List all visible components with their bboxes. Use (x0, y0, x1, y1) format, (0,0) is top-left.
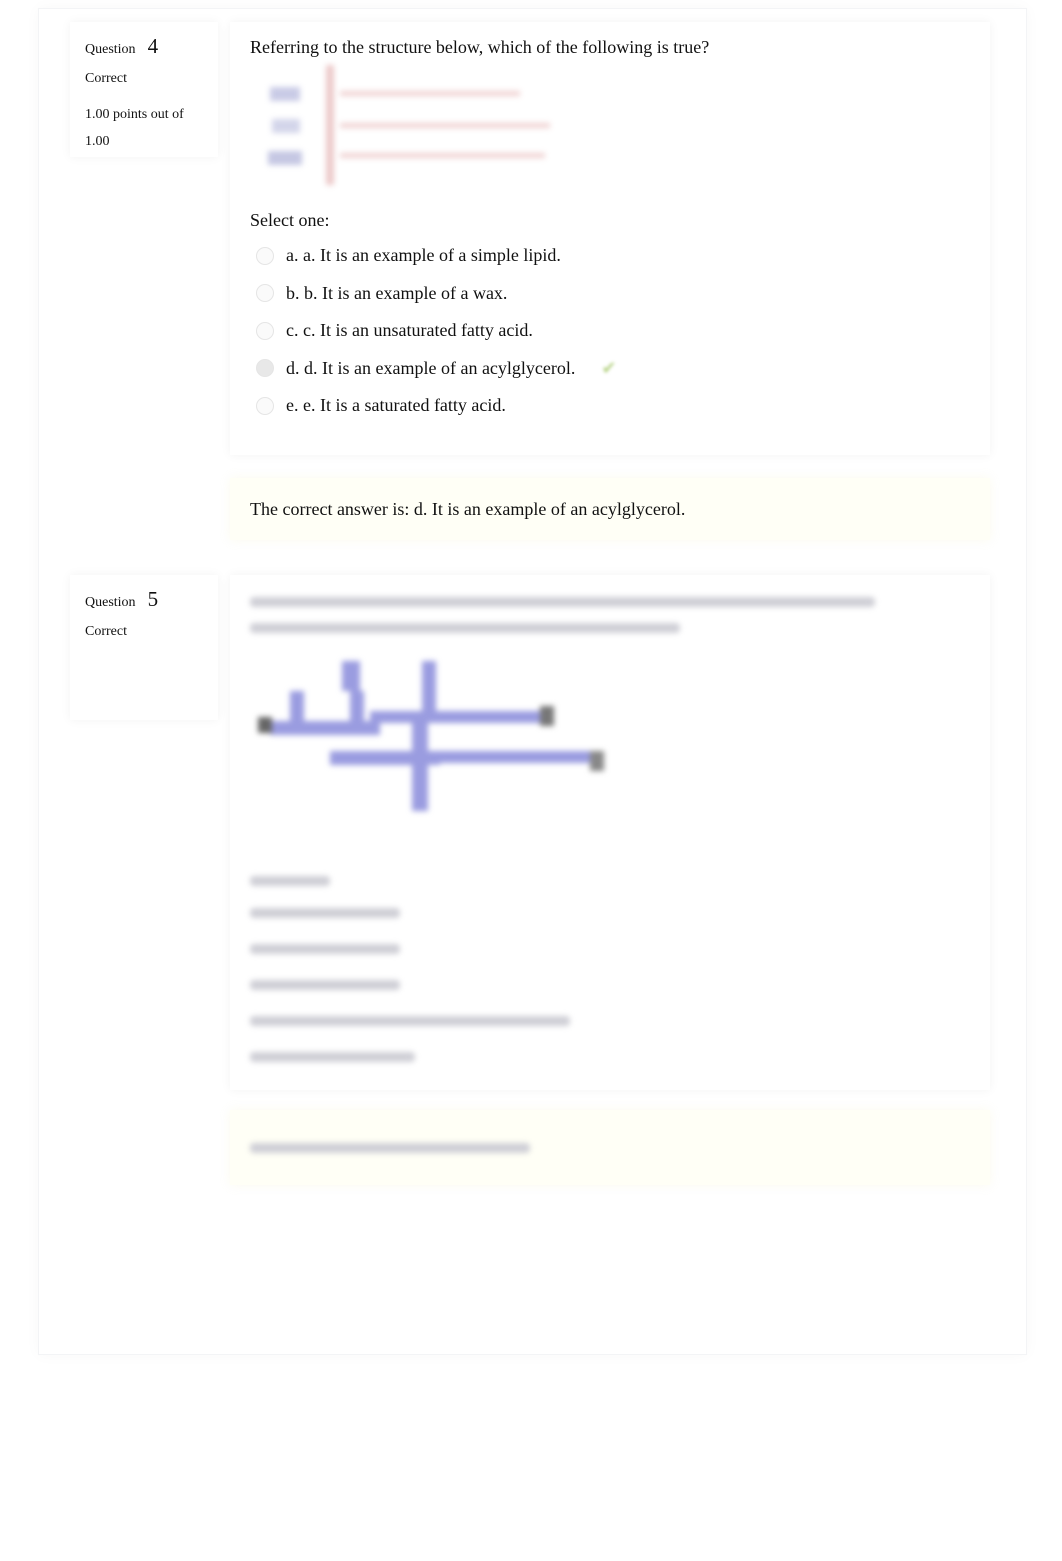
question-label: Question (85, 42, 136, 57)
question-content-4: Referring to the structure below, which … (230, 22, 990, 455)
blurred-question-text (250, 597, 970, 633)
question-text: Referring to the structure below, which … (250, 37, 710, 57)
question-number: 4 (147, 34, 159, 58)
correct-answer-feedback-blurred (230, 1110, 990, 1185)
select-one-prompt: Select one: (250, 210, 330, 230)
feedback-text: The correct answer is: d. It is an examp… (250, 498, 686, 519)
question-info-5: Question 5 Correct (70, 575, 218, 720)
question-number: 5 (147, 587, 159, 611)
question-info-4: Question 4 Correct 1.00 points out of 1.0… (70, 22, 218, 157)
blurred-answer-options (250, 876, 970, 1062)
option-d[interactable]: d. d. It is an example of an acylglycero… (250, 350, 970, 388)
structure-image (258, 661, 604, 811)
question-grade: 1.00 points out of 1.00 (85, 107, 184, 149)
check-icon: ✔ (601, 357, 617, 378)
question-state: Correct (85, 71, 127, 86)
question-content-5-blurred (230, 575, 990, 1090)
option-label: c. c. It is an unsaturated fatty acid. (286, 320, 533, 341)
option-label: d. d. It is an example of an acylglycero… (286, 357, 576, 378)
radio-button[interactable] (256, 246, 274, 265)
option-e[interactable]: e. e. It is a saturated fatty acid. (250, 387, 970, 425)
option-a[interactable]: a. a. It is an example of a simple lipid… (250, 237, 970, 275)
option-label: b. b. It is an example of a wax. (286, 282, 508, 303)
answer-options: a. a. It is an example of a simple lipid… (250, 237, 970, 425)
radio-button-selected[interactable] (256, 359, 274, 378)
question-label: Question (85, 595, 136, 610)
option-c[interactable]: c. c. It is an unsaturated fatty acid. (250, 312, 970, 350)
option-b[interactable]: b. b. It is an example of a wax. (250, 275, 970, 313)
question-state: Correct (85, 624, 127, 639)
correct-answer-feedback: The correct answer is: d. It is an examp… (230, 478, 990, 540)
radio-button[interactable] (256, 396, 274, 415)
radio-button[interactable] (256, 321, 274, 340)
option-label: e. e. It is a saturated fatty acid. (286, 395, 506, 416)
structure-image (268, 65, 550, 185)
option-label: a. a. It is an example of a simple lipid… (286, 245, 561, 266)
radio-button[interactable] (256, 284, 274, 303)
